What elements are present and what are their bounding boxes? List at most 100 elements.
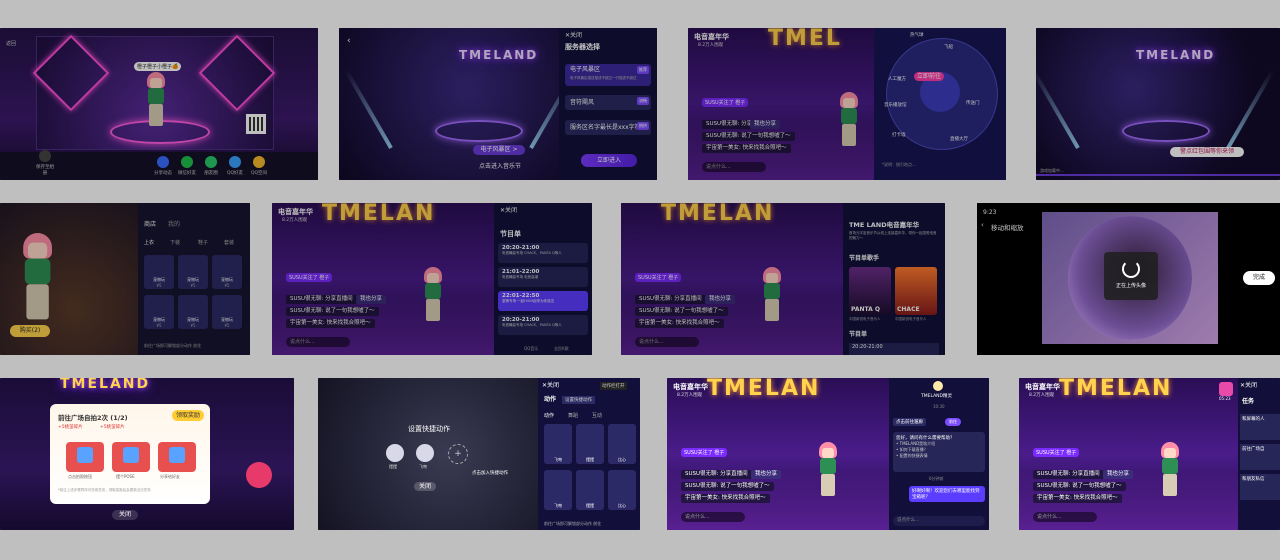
task-item[interactable]: 和屏幕的人 xyxy=(1240,414,1280,440)
camera-icon[interactable] xyxy=(246,462,272,488)
action-slot[interactable] xyxy=(386,444,404,462)
share-chip[interactable]: 我也分享 xyxy=(751,470,782,479)
server-option-3[interactable]: 服务区名字最长是xxx字符 拥挤 xyxy=(565,120,651,135)
tmeland-logo: TMELAND xyxy=(459,48,539,62)
redpacket-hint[interactable]: 警点红包围等你来领 xyxy=(1170,147,1244,157)
follow-notice: SUSU关注了 橙子 xyxy=(1033,448,1080,457)
chat-line: SUSU很无聊: 分享直播间 xyxy=(286,295,357,304)
gift-icon[interactable] xyxy=(1219,382,1233,396)
artist-card[interactable]: CHACE xyxy=(895,267,937,315)
wheel-item[interactable]: 飞船 xyxy=(944,44,953,50)
cat-top[interactable]: 上衣 xyxy=(144,239,154,246)
share-moments-button[interactable]: 分享动态 xyxy=(152,156,174,176)
shop-item[interactable]: 宠物玩 ¥5 xyxy=(144,295,174,329)
action-cell[interactable]: 摆摆 xyxy=(576,424,604,464)
back-icon[interactable]: ‹ xyxy=(347,36,351,46)
tab-dance[interactable]: 舞蹈 xyxy=(568,412,578,419)
shop-item[interactable]: 宠物玩 ¥5 xyxy=(178,255,208,289)
schedule-item[interactable]: 20:20-21:00 电音舞曲专场 CHACE、PANTA Q等人 xyxy=(498,243,588,263)
tab-action[interactable]: 动作 xyxy=(544,412,554,419)
bot-avatar xyxy=(933,381,943,391)
tab-mine[interactable]: 我的 xyxy=(168,219,180,228)
go-button[interactable]: 前往 xyxy=(945,418,961,426)
action-cell[interactable]: 飞吻 xyxy=(544,424,572,464)
assistant-input[interactable]: 说点什么... xyxy=(893,516,985,526)
share-qzone-button[interactable]: QQ空间 xyxy=(248,156,270,176)
save-to-album-button[interactable]: 保存至相册 xyxy=(34,150,56,176)
share-chip[interactable]: 我也分享 xyxy=(1103,470,1134,479)
schedule-item-active[interactable]: 22:01-22:50 激情专场·一起HIGH起来为你放这 xyxy=(498,291,588,311)
stage-ring xyxy=(1122,120,1210,142)
close-button[interactable]: ✕关闭 xyxy=(565,30,582,39)
zone-banner[interactable]: 电子风暴区 > xyxy=(473,145,525,155)
shop-item[interactable]: 宠物玩 ¥5 xyxy=(212,295,242,329)
task-item[interactable]: 前往广场自 xyxy=(1240,444,1280,470)
action-cell[interactable]: 摆摆 xyxy=(576,470,604,510)
toggle-label[interactable]: 动作栏打开 xyxy=(600,382,627,390)
share-wechat-button[interactable]: 微信好友 xyxy=(176,156,198,176)
task-item[interactable]: 和朋友私信 xyxy=(1240,474,1280,500)
avatar xyxy=(20,233,55,326)
done-button[interactable]: 完成 xyxy=(1243,271,1275,285)
screen-festival-stage: TMELAND 警点红包围等你来领 游戏加载中... xyxy=(1036,28,1280,180)
artist-card[interactable]: PANTA Q xyxy=(849,267,891,315)
go-now-button[interactable]: 立即前往 xyxy=(914,72,944,81)
server-option-2[interactable]: 音符飓风 流畅 xyxy=(565,95,651,110)
tab-actions[interactable]: 动作 xyxy=(544,394,556,403)
close-button[interactable]: 关闭 xyxy=(414,482,436,491)
share-chip[interactable]: 我也分享 xyxy=(750,120,781,129)
action-cell[interactable]: 比心 xyxy=(608,424,636,464)
action-slot[interactable] xyxy=(416,444,434,462)
photo-preview[interactable]: 正在上传头像 xyxy=(1042,212,1218,344)
close-panel-button[interactable]: ✕关闭 xyxy=(542,380,559,389)
enter-now-button[interactable]: 立即进入 xyxy=(581,154,637,167)
chat-input[interactable]: 说点什么... xyxy=(702,162,766,172)
tmeland-logo: TMELAN xyxy=(322,203,436,226)
wheel-item[interactable]: 音乐播放馆 xyxy=(884,102,907,108)
chat-line: SUSU很无聊: 分享直播间 xyxy=(635,295,706,304)
faq-time: 6分钟前 xyxy=(929,476,944,481)
share-qq-button[interactable]: QQ好友 xyxy=(224,156,246,176)
action-cell[interactable]: 比心 xyxy=(608,470,636,510)
cat-shoes[interactable]: 鞋子 xyxy=(198,239,208,246)
schedule-item[interactable]: 21:01-22:00 电音舞曲专场 电音高潮 xyxy=(498,267,588,287)
set-quick-action-button[interactable]: 设置快捷动作 xyxy=(562,396,595,404)
chat-input[interactable]: 说点什么... xyxy=(681,512,745,522)
chat-input[interactable]: 说点什么... xyxy=(635,337,699,347)
schedule-item[interactable]: 20:20-21:00 电音舞曲专场 CHACE、PANTA Q等人 xyxy=(498,315,588,335)
back-button[interactable]: 返回 xyxy=(6,40,16,47)
shop-item[interactable]: 宠物玩 ¥5 xyxy=(178,295,208,329)
close-button[interactable]: ✕关闭 xyxy=(500,205,517,214)
share-chip[interactable]: 我也分享 xyxy=(356,295,387,304)
wheel-item[interactable]: 打卡墙 xyxy=(892,132,906,138)
shop-item[interactable]: 宠物玩 ¥5 xyxy=(144,255,174,289)
wheel-item[interactable]: 热气球 xyxy=(910,32,924,38)
claim-reward-button[interactable]: 领取奖励 xyxy=(172,410,204,421)
close-button[interactable]: 关闭 xyxy=(112,510,138,520)
action-cell[interactable]: 飞吻 xyxy=(544,470,572,510)
chat-line: SUSU很无聊: 说了一句我想嘘了～ xyxy=(681,482,774,491)
cat-suits[interactable]: 套装 xyxy=(224,239,234,246)
shop-item[interactable]: 宠物玩 ¥5 xyxy=(212,255,242,289)
avatar xyxy=(817,442,839,500)
share-timeline-button[interactable]: 朋友圈 xyxy=(200,156,222,176)
wheel-item[interactable]: 传送门 xyxy=(966,100,980,106)
chat-input[interactable]: 说点什么... xyxy=(286,337,350,347)
wheel-item[interactable]: 人工魔方 xyxy=(888,76,906,82)
schedule-item[interactable]: 20:20-21:00 xyxy=(849,343,939,355)
buy-button[interactable]: 购买(2) xyxy=(10,325,50,337)
share-chip[interactable]: 我也分享 xyxy=(705,295,736,304)
tab-interact[interactable]: 互动 xyxy=(592,412,602,419)
wheel-item[interactable]: 直播大厅 xyxy=(950,136,968,142)
chat-input[interactable]: 说点什么... xyxy=(1033,512,1097,522)
back-icon[interactable]: ‹ xyxy=(981,221,984,229)
tab-shop[interactable]: 商店 xyxy=(144,219,156,228)
chat-line: SUSU很无聊: 分享直播间 xyxy=(681,470,752,479)
action-footer: 前往广场即可解锁部分动作 前往 xyxy=(544,521,602,526)
cat-bottom[interactable]: 下装 xyxy=(170,239,180,246)
close-button[interactable]: ✕关闭 xyxy=(1240,380,1257,389)
server-option-1[interactable]: 电子风暴区 电子风暴区描述描述不超过一行描述不超过 推荐 xyxy=(565,64,651,86)
spinner-icon xyxy=(1122,260,1140,278)
follow-notice: SUSU关注了 橙子 xyxy=(635,273,682,282)
add-slot-icon[interactable]: + xyxy=(448,444,468,464)
